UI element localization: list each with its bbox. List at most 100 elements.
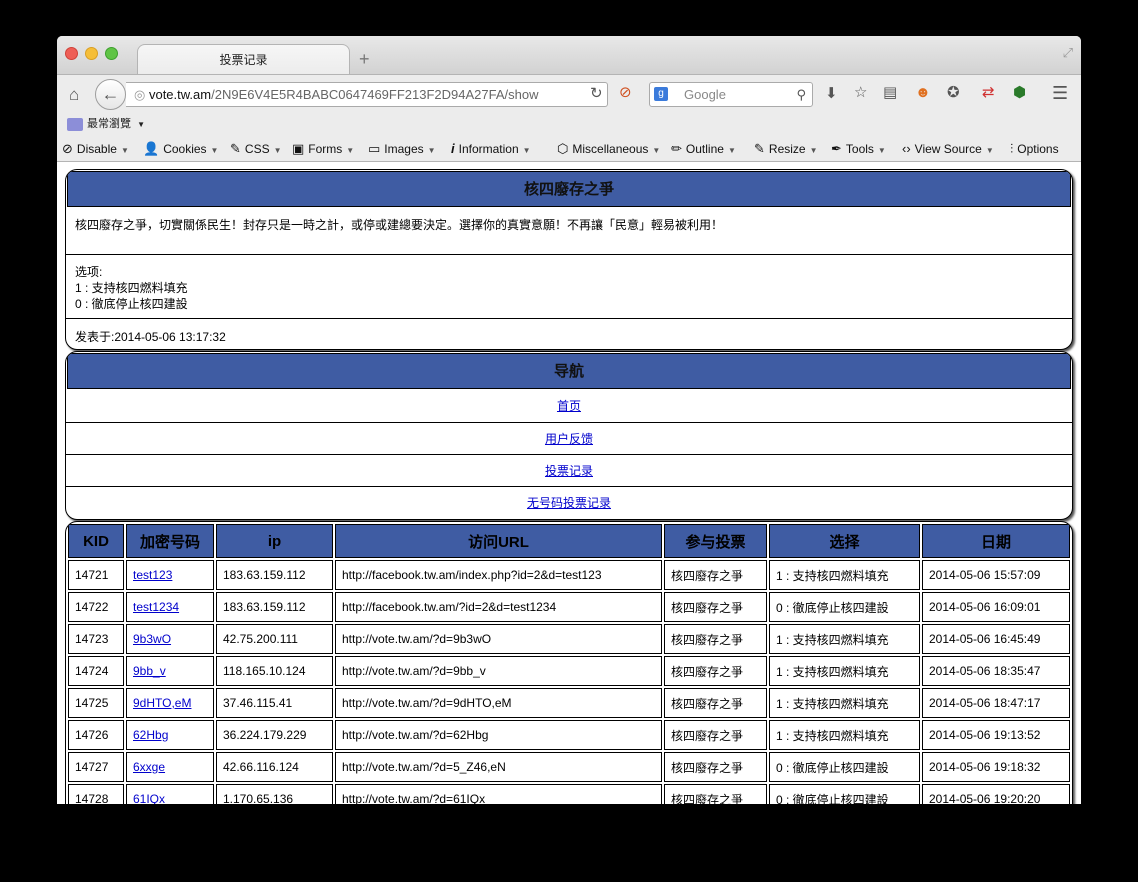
view-source-icon: ‹› — [902, 141, 911, 156]
poll-cell: 核四廢存之爭 — [664, 624, 767, 654]
option-item: 1 : 支持核四燃料填充 — [75, 281, 188, 295]
url-domain: vote.tw.am — [148, 87, 212, 102]
devtool-cookies[interactable]: 👤 Cookies ▼ — [143, 141, 218, 157]
records-panel: KID 加密号码 ip 访问URL 参与投票 选择 日期 14721 test1… — [65, 521, 1073, 804]
code-link[interactable]: 61IQx — [133, 792, 165, 804]
devtool-view-source[interactable]: ‹› View Source ▼ — [902, 141, 994, 156]
minimize-window-button[interactable] — [85, 47, 98, 60]
devtool-css[interactable]: ✎ CSS ▼ — [230, 141, 282, 157]
url-cell: http://facebook.tw.am/index.php?id=2&d=t… — [335, 560, 662, 590]
switch-arrows-icon[interactable]: ⇄ — [982, 85, 995, 100]
google-icon: g — [654, 87, 668, 101]
bookmark-star-icon[interactable]: ☆ — [854, 85, 867, 100]
code-link[interactable]: 9b3wO — [133, 632, 171, 646]
reload-icon[interactable]: ↻ — [590, 86, 603, 101]
zoom-window-button[interactable] — [105, 47, 118, 60]
ip-cell: 183.63.159.112 — [216, 592, 333, 622]
devtool-outline[interactable]: ✏ Outline ▼ — [671, 141, 736, 157]
choice-cell: 0 : 徹底停止核四建設 — [769, 784, 920, 804]
search-input[interactable]: g Google ⚲ — [649, 82, 813, 107]
search-icon[interactable]: ⚲ — [796, 83, 806, 106]
options-icon: ⫶ — [1010, 141, 1014, 156]
code-link[interactable]: test123 — [133, 568, 172, 582]
devtool-information[interactable]: i Information ▼ — [451, 141, 531, 156]
palette-icon[interactable]: ✪ — [947, 85, 960, 100]
block-addon-icon[interactable]: ⊘ — [619, 85, 632, 100]
ip-cell: 42.66.116.124 — [216, 752, 333, 782]
choice-cell: 1 : 支持核四燃料填充 — [769, 560, 920, 590]
choice-cell: 1 : 支持核四燃料填充 — [769, 624, 920, 654]
nav-link-vote-records[interactable]: 投票记录 — [545, 464, 593, 478]
url-cell: http://facebook.tw.am/?id=2&d=test1234 — [335, 592, 662, 622]
choice-cell: 0 : 徹底停止核四建設 — [769, 752, 920, 782]
nav-link-anonymous-records[interactable]: 无号码投票记录 — [527, 496, 611, 510]
browser-window: 投票记录 + ⤢ ⌂ ← ◎ vote.tw.am/2N9E6V4E5R4BAB… — [57, 36, 1081, 804]
devtool-disable[interactable]: ⊘ Disable ▼ — [62, 141, 129, 157]
table-row: 14726 62Hbg 36.224.179.229 http://vote.t… — [68, 720, 1070, 750]
disable-icon: ⊘ — [62, 141, 73, 156]
code-link[interactable]: 9bb_v — [133, 664, 166, 678]
shield-addon-icon[interactable]: ⬢ — [1013, 85, 1026, 100]
close-window-button[interactable] — [65, 47, 78, 60]
nav-panel: 导航 首页 用户反馈 投票记录 无号码投票记录 — [65, 351, 1073, 520]
nav-row: 无号码投票记录 — [66, 486, 1072, 518]
fullscreen-icon[interactable]: ⤢ — [1063, 45, 1073, 61]
table-row: 14725 9dHTO,eM 37.46.115.41 http://vote.… — [68, 688, 1070, 718]
column-header-kid: KID — [68, 524, 124, 558]
url-cell: http://vote.tw.am/?d=62Hbg — [335, 720, 662, 750]
bookmark-label: 最常瀏覽 — [87, 118, 131, 130]
devtool-options[interactable]: ⫶ Options — [1010, 141, 1059, 157]
url-cell: http://vote.tw.am/?d=61IQx — [335, 784, 662, 804]
ip-cell: 42.75.200.111 — [216, 624, 333, 654]
tab-title: 投票记录 — [219, 53, 268, 67]
kid-cell: 14725 — [68, 688, 124, 718]
title-bar: 投票记录 + ⤢ — [57, 36, 1081, 75]
url-cell: http://vote.tw.am/?d=9bb_v — [335, 656, 662, 686]
kid-cell: 14721 — [68, 560, 124, 590]
code-link[interactable]: test1234 — [133, 600, 179, 614]
poll-cell: 核四廢存之爭 — [664, 656, 767, 686]
outline-icon: ✏ — [671, 141, 682, 156]
code-link[interactable]: 62Hbg — [133, 728, 168, 742]
code-cell: 9dHTO,eM — [126, 688, 214, 718]
devtool-miscellaneous[interactable]: ⬡ Miscellaneous ▼ — [557, 141, 660, 157]
devtool-resize[interactable]: ✎ Resize ▼ — [754, 141, 818, 157]
bookmarks-bar: 最常瀏覽 ▼ — [57, 112, 1081, 135]
poll-cell: 核四廢存之爭 — [664, 592, 767, 622]
table-row: 14722 test1234 183.63.159.112 http://fac… — [68, 592, 1070, 622]
reading-list-icon[interactable]: ▤ — [883, 85, 897, 100]
face-addon-icon[interactable]: ☻ — [915, 85, 931, 100]
vote-records-table: KID 加密号码 ip 访问URL 参与投票 选择 日期 14721 test1… — [66, 522, 1072, 804]
back-button[interactable]: ← — [95, 79, 126, 110]
poll-cell: 核四廢存之爭 — [664, 688, 767, 718]
devtool-tools[interactable]: ✒ Tools ▼ — [831, 141, 886, 157]
code-link[interactable]: 6xxge — [133, 760, 165, 774]
devtool-forms[interactable]: ▣ Forms ▼ — [292, 141, 354, 157]
search-engine-label: Google — [684, 87, 726, 102]
bookmark-most-visited[interactable]: 最常瀏覽 ▼ — [67, 115, 145, 131]
download-icon[interactable]: ⬇ — [825, 86, 838, 101]
date-cell: 2014-05-06 19:13:52 — [922, 720, 1070, 750]
date-cell: 2014-05-06 18:35:47 — [922, 656, 1070, 686]
url-bar[interactable]: ◎ vote.tw.am/2N9E6V4E5R4BABC0647469FF213… — [126, 82, 608, 107]
cookies-icon: 👤 — [143, 141, 160, 156]
devtool-images[interactable]: ▭ Images ▼ — [368, 141, 436, 157]
nav-link-home[interactable]: 首页 — [557, 399, 581, 413]
resize-icon: ✎ — [754, 141, 765, 156]
code-link[interactable]: 9dHTO,eM — [133, 696, 191, 710]
code-cell: 9bb_v — [126, 656, 214, 686]
kid-cell: 14726 — [68, 720, 124, 750]
poll-title: 核四廢存之爭 — [67, 171, 1071, 207]
browser-tab[interactable]: 投票记录 — [137, 44, 350, 75]
nav-link-feedback[interactable]: 用户反馈 — [545, 432, 593, 446]
new-tab-button[interactable]: + — [359, 49, 370, 70]
home-icon[interactable]: ⌂ — [69, 86, 79, 103]
table-row: 14728 61IQx 1.170.65.136 http://vote.tw.… — [68, 784, 1070, 804]
date-cell: 2014-05-06 16:09:01 — [922, 592, 1070, 622]
url-cell: http://vote.tw.am/?d=5_Z46,eN — [335, 752, 662, 782]
poll-panel: 核四廢存之爭 核四廢存之爭，切實關係民生！封存只是一時之計，或停或建總要決定。選… — [65, 169, 1073, 350]
menu-icon[interactable]: ☰ — [1052, 84, 1068, 102]
code-cell: test1234 — [126, 592, 214, 622]
poll-cell: 核四廢存之爭 — [664, 752, 767, 782]
css-icon: ✎ — [230, 141, 241, 156]
